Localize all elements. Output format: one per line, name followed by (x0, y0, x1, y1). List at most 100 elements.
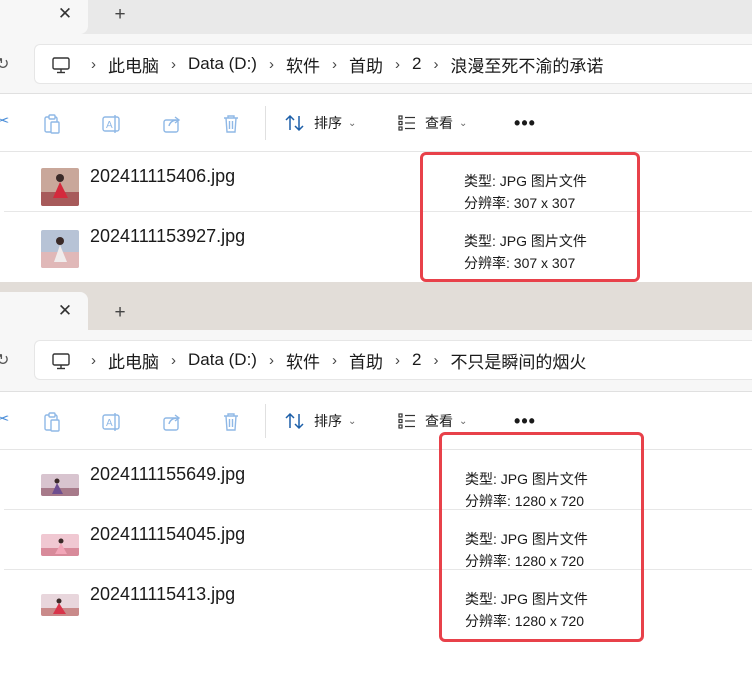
toolbar-divider (265, 404, 266, 438)
breadcrumb-item[interactable]: 浪漫至死不渝的承诺 (450, 52, 603, 77)
sort-button[interactable]: 排序 ⌄ (284, 110, 356, 136)
new-tab-button[interactable]: + (108, 302, 132, 324)
chevron-right-icon[interactable]: › (269, 56, 274, 73)
chevron-right-icon[interactable]: › (332, 56, 337, 73)
computer-icon (52, 353, 70, 370)
cut-icon[interactable]: ✂ (0, 111, 9, 131)
breadcrumb-item[interactable]: 2 (412, 54, 421, 74)
file-row[interactable]: 202411115406.jpg 类型: JPG 图片文件 分辨率: 307 x… (4, 152, 752, 212)
file-name[interactable]: 2024111154045.jpg (90, 524, 245, 545)
close-icon[interactable]: ✕ (55, 301, 75, 321)
active-tab[interactable]: ✕ (0, 0, 88, 34)
explorer-window-1: ✕ + ↻ › 此电脑 › Data (D:) › 软件 › 首助 › 2 › (0, 0, 752, 282)
new-tab-button[interactable]: + (108, 4, 132, 26)
file-resolution: 分辨率: 307 x 307 (464, 195, 576, 211)
chevron-right-icon[interactable]: › (269, 352, 274, 369)
address-row: ↻ › 此电脑 › Data (D:) › 软件 › 首助 › 2 › 浪漫至死… (0, 34, 752, 94)
file-details: 类型: JPG 图片文件 分辨率: 307 x 307 (464, 230, 587, 274)
explorer-window-2: ✕ + ↻ › 此电脑 › Data (D:) › 软件 › 首助 › 2 › (0, 282, 752, 675)
file-type: 类型: JPG 图片文件 (465, 591, 588, 607)
chevron-down-icon: ⌄ (459, 117, 468, 129)
chevron-right-icon[interactable]: › (91, 56, 96, 73)
file-name[interactable]: 2024111155649.jpg (90, 464, 245, 485)
file-details: 类型: JPG 图片文件 分辨率: 1280 x 720 (465, 468, 588, 512)
chevron-right-icon[interactable]: › (395, 352, 400, 369)
chevron-down-icon: ⌄ (348, 117, 357, 129)
file-type: 类型: JPG 图片文件 (464, 233, 587, 249)
view-list-icon (398, 115, 415, 131)
svg-text:A: A (106, 418, 113, 429)
file-resolution: 分辨率: 1280 x 720 (465, 493, 585, 509)
breadcrumb-item[interactable]: 此电脑 (108, 348, 159, 373)
view-label: 查看 (425, 413, 453, 429)
chevron-right-icon[interactable]: › (395, 56, 400, 73)
file-type: 类型: JPG 图片文件 (464, 173, 587, 189)
file-row[interactable]: 202411115413.jpg 类型: JPG 图片文件 分辨率: 1280 … (4, 570, 752, 630)
file-resolution: 分辨率: 1280 x 720 (465, 613, 585, 629)
breadcrumb-item[interactable]: 2 (412, 350, 421, 370)
tab-strip: ✕ + (0, 282, 752, 330)
chevron-right-icon[interactable]: › (171, 56, 176, 73)
tab-strip: ✕ + (0, 0, 752, 34)
file-type: 类型: JPG 图片文件 (465, 471, 588, 487)
breadcrumb-item[interactable]: 软件 (286, 52, 320, 77)
cut-icon[interactable]: ✂ (0, 409, 9, 429)
chevron-right-icon[interactable]: › (91, 352, 96, 369)
file-row[interactable]: 2024111154045.jpg 类型: JPG 图片文件 分辨率: 1280… (4, 510, 752, 570)
view-button[interactable]: 查看 ⌄ (397, 408, 467, 434)
refresh-icon[interactable]: ↻ (0, 350, 9, 370)
sort-button[interactable]: 排序 ⌄ (284, 408, 356, 434)
rename-icon[interactable]: A (101, 113, 123, 135)
active-tab[interactable]: ✕ (0, 292, 88, 330)
more-options-button[interactable]: ••• (512, 408, 538, 434)
file-row[interactable]: 2024111153927.jpg 类型: JPG 图片文件 分辨率: 307 … (4, 212, 752, 282)
paste-icon[interactable] (41, 113, 63, 135)
image-thumbnail (41, 534, 79, 556)
sort-label: 排序 (314, 413, 342, 429)
file-row[interactable]: 2024111155649.jpg 类型: JPG 图片文件 分辨率: 1280… (4, 450, 752, 510)
file-name[interactable]: 202411115413.jpg (90, 584, 235, 605)
breadcrumb-item[interactable]: 不只是瞬间的烟火 (450, 348, 586, 373)
close-icon[interactable]: ✕ (55, 4, 75, 24)
image-thumbnail (41, 594, 79, 616)
breadcrumb-item[interactable]: 首助 (349, 348, 383, 373)
share-icon[interactable] (161, 411, 183, 433)
paste-icon[interactable] (41, 411, 63, 433)
address-bar[interactable]: › 此电脑 › Data (D:) › 软件 › 首助 › 2 › 不只是瞬间的… (34, 340, 752, 380)
sort-icon (285, 412, 304, 430)
file-resolution: 分辨率: 307 x 307 (464, 255, 576, 271)
address-bar[interactable]: › 此电脑 › Data (D:) › 软件 › 首助 › 2 › 浪漫至死不渝… (34, 44, 752, 84)
chevron-right-icon[interactable]: › (171, 352, 176, 369)
file-resolution: 分辨率: 1280 x 720 (465, 553, 585, 569)
rename-icon[interactable]: A (101, 411, 123, 433)
breadcrumb-item[interactable]: 此电脑 (108, 52, 159, 77)
breadcrumb-item[interactable]: 首助 (349, 52, 383, 77)
command-bar: ✂ A 排序 ⌄ 查看 ⌄ ••• (0, 392, 752, 450)
computer-icon (52, 57, 70, 74)
file-details: 类型: JPG 图片文件 分辨率: 1280 x 720 (465, 588, 588, 632)
breadcrumb-item[interactable]: 软件 (286, 348, 320, 373)
delete-icon[interactable] (220, 411, 242, 433)
file-type: 类型: JPG 图片文件 (465, 531, 588, 547)
share-icon[interactable] (161, 113, 183, 135)
chevron-right-icon[interactable]: › (433, 352, 438, 369)
chevron-down-icon: ⌄ (348, 415, 357, 427)
refresh-icon[interactable]: ↻ (0, 54, 9, 74)
more-options-button[interactable]: ••• (512, 110, 538, 136)
breadcrumb-item[interactable]: Data (D:) (188, 54, 257, 74)
image-thumbnail (41, 230, 79, 268)
sort-icon (285, 114, 304, 132)
svg-text:A: A (106, 120, 113, 131)
file-name[interactable]: 2024111153927.jpg (90, 226, 245, 247)
breadcrumb-item[interactable]: Data (D:) (188, 350, 257, 370)
file-name[interactable]: 202411115406.jpg (90, 166, 235, 187)
chevron-right-icon[interactable]: › (332, 352, 337, 369)
view-button[interactable]: 查看 ⌄ (397, 110, 467, 136)
view-label: 查看 (425, 115, 453, 131)
address-row: ↻ › 此电脑 › Data (D:) › 软件 › 首助 › 2 › 不只是瞬… (0, 330, 752, 392)
breadcrumb: › 此电脑 › Data (D:) › 软件 › 首助 › 2 › 浪漫至死不渝… (91, 45, 603, 83)
chevron-right-icon[interactable]: › (433, 56, 438, 73)
delete-icon[interactable] (220, 113, 242, 135)
chevron-down-icon: ⌄ (459, 415, 468, 427)
sort-label: 排序 (314, 115, 342, 131)
